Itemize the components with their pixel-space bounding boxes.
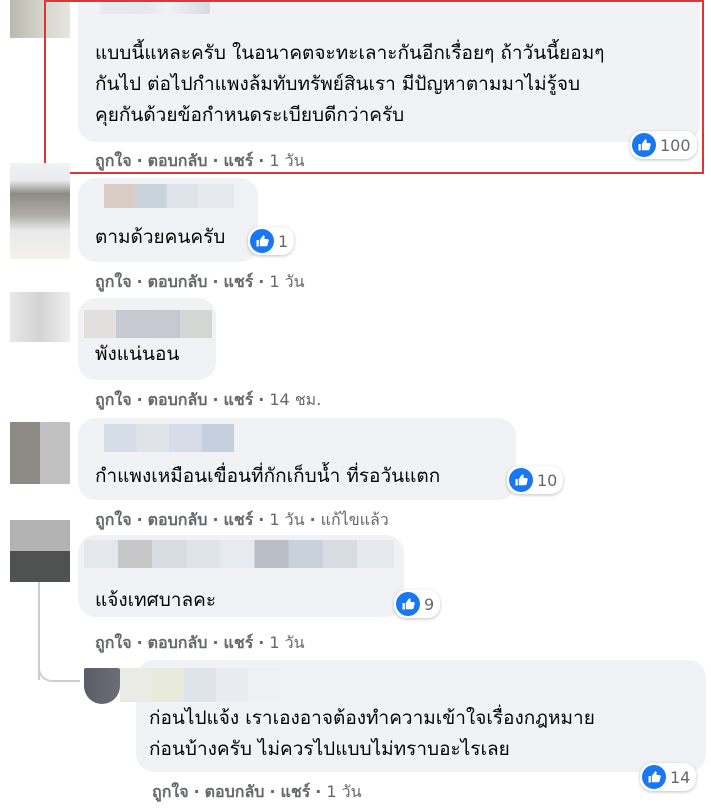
commenter-name-redacted xyxy=(104,424,234,452)
comment-actions: ถูกใจ · ตอบกลับ · แชร์ · 1 วัน xyxy=(95,633,305,652)
comment-text: กำแพงเหมือนเขื่อนที่กักเก็บน้ำ ที่รอวันแ… xyxy=(95,461,440,492)
commenter-name-redacted xyxy=(104,184,234,208)
share-link[interactable]: แชร์ xyxy=(281,782,311,801)
reaction-number: 10 xyxy=(537,470,558,490)
comment-actions: ถูกใจ · ตอบกลับ · แชร์ · 1 วัน · แก้ไขแล้ว xyxy=(95,510,389,529)
edited-label[interactable]: แก้ไขแล้ว xyxy=(321,510,389,529)
comment-line: ก่อนไปแจ้ง เราเองอาจต้องทำความเข้าใจเรื่… xyxy=(149,707,595,729)
timestamp[interactable]: 1 วัน xyxy=(269,633,304,652)
reply-link[interactable]: ตอบกลับ xyxy=(148,633,208,652)
timestamp[interactable]: 14 ชม. xyxy=(269,390,321,409)
share-link[interactable]: แชร์ xyxy=(224,510,254,529)
reaction-count[interactable]: 9 xyxy=(394,590,441,618)
highlight-box xyxy=(44,0,704,174)
comment-text: พังแน่นอน xyxy=(95,339,179,370)
reply-link[interactable]: ตอบกลับ xyxy=(148,272,208,291)
like-link[interactable]: ถูกใจ xyxy=(95,272,132,291)
commenter-name-redacted xyxy=(120,668,280,702)
comment-line: ตามด้วยคนครับ xyxy=(95,226,226,248)
avatar[interactable] xyxy=(10,292,70,342)
share-link[interactable]: แชร์ xyxy=(224,272,254,291)
like-link[interactable]: ถูกใจ xyxy=(95,633,132,652)
like-icon xyxy=(250,229,274,253)
like-link[interactable]: ถูกใจ xyxy=(152,782,189,801)
timestamp[interactable]: 1 วัน xyxy=(269,510,304,529)
avatar[interactable] xyxy=(10,163,70,259)
share-link[interactable]: แชร์ xyxy=(224,390,254,409)
like-icon xyxy=(642,765,666,789)
reaction-count[interactable]: 10 xyxy=(507,466,564,494)
comment-actions: ถูกใจ · ตอบกลับ · แชร์ · 14 ชม. xyxy=(95,390,322,409)
share-link[interactable]: แชร์ xyxy=(224,633,254,652)
comment-text: แจ้งเทศบาลคะ xyxy=(95,585,216,616)
reply-avatar[interactable] xyxy=(84,668,120,704)
avatar[interactable] xyxy=(10,520,70,582)
avatar[interactable] xyxy=(10,422,70,484)
reply-link[interactable]: ตอบกลับ xyxy=(205,782,265,801)
reaction-number: 14 xyxy=(670,767,691,787)
comment-line: แจ้งเทศบาลคะ xyxy=(95,589,217,611)
timestamp[interactable]: 1 วัน xyxy=(269,272,304,291)
reaction-number: 1 xyxy=(278,231,289,251)
comment-line: ก่อนบ้างครับ ไม่ควรไปแบบไม่ทราบอะไรเลย xyxy=(149,738,510,760)
reaction-number: 9 xyxy=(424,594,435,614)
like-icon xyxy=(509,468,533,492)
like-link[interactable]: ถูกใจ xyxy=(95,510,132,529)
commenter-name-redacted xyxy=(84,540,394,568)
comment-text: ตามด้วยคนครับ xyxy=(95,222,225,253)
reaction-count[interactable]: 1 xyxy=(248,227,295,255)
reply-link[interactable]: ตอบกลับ xyxy=(148,390,208,409)
commenter-name-redacted xyxy=(84,310,212,338)
like-link[interactable]: ถูกใจ xyxy=(95,390,132,409)
thread-curve xyxy=(38,660,80,682)
comment-actions: ถูกใจ · ตอบกลับ · แชร์ · 1 วัน xyxy=(152,782,362,801)
like-icon xyxy=(396,592,420,616)
timestamp[interactable]: 1 วัน xyxy=(326,782,361,801)
reaction-count[interactable]: 14 xyxy=(640,763,697,791)
comment-actions: ถูกใจ · ตอบกลับ · แชร์ · 1 วัน xyxy=(95,272,305,291)
comment-line: พังแน่นอน xyxy=(95,343,180,365)
reply-link[interactable]: ตอบกลับ xyxy=(148,510,208,529)
comment-text: ก่อนไปแจ้ง เราเองอาจต้องทำความเข้าใจเรื่… xyxy=(149,703,595,765)
comment-line: กำแพงเหมือนเขื่อนที่กักเก็บน้ำ ที่รอวันแ… xyxy=(95,465,441,487)
